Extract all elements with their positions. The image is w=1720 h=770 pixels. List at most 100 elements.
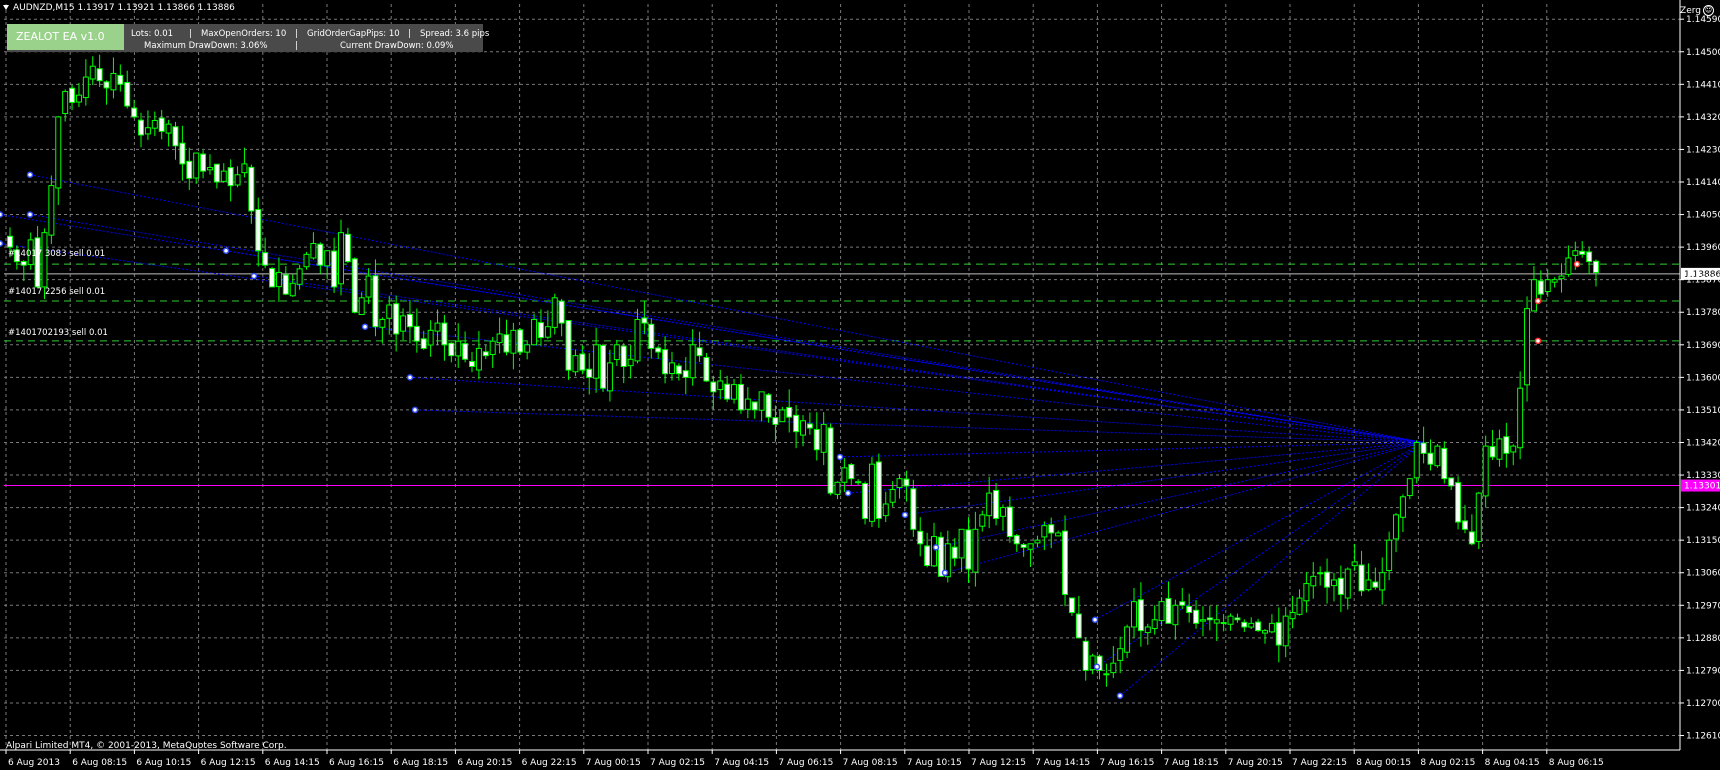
candle-body bbox=[1165, 598, 1172, 624]
order-history-line bbox=[225, 250, 1424, 443]
grid-gap-label: GridOrderGapPips: 10 bbox=[307, 29, 400, 39]
y-tick-label: 1.13150 bbox=[1686, 536, 1720, 546]
order-history-line bbox=[1096, 442, 1424, 668]
candle-body bbox=[510, 329, 517, 354]
candle-body bbox=[1268, 622, 1275, 633]
candle-body bbox=[579, 353, 586, 371]
sell-order-marker bbox=[1534, 337, 1542, 345]
x-tick-label: 7 Aug 12:15 bbox=[971, 758, 1026, 768]
candle-body bbox=[1075, 613, 1082, 639]
candle-body bbox=[710, 381, 717, 393]
candle-body bbox=[1130, 601, 1137, 628]
candle-body bbox=[386, 304, 393, 319]
candle-body bbox=[1303, 583, 1310, 602]
candle-body bbox=[1441, 447, 1448, 480]
candle-body bbox=[1172, 604, 1179, 626]
y-tick-label: 1.12880 bbox=[1686, 634, 1720, 644]
candle-body bbox=[1213, 619, 1220, 624]
candle-body bbox=[1579, 250, 1586, 255]
order-history-line bbox=[904, 441, 1424, 516]
candle-body bbox=[124, 81, 131, 107]
candle-body bbox=[1255, 621, 1262, 632]
candle-body bbox=[648, 323, 655, 349]
x-tick-label: 8 Aug 00:15 bbox=[1356, 758, 1411, 768]
candle-body bbox=[600, 344, 607, 389]
candle-body bbox=[358, 297, 365, 316]
order-entry-marker bbox=[26, 171, 34, 179]
y-tick-label: 1.14320 bbox=[1686, 113, 1720, 123]
magenta-level-label: 1.13301 bbox=[1684, 482, 1720, 492]
max-open-orders-label: MaxOpenOrders: 10 bbox=[201, 29, 287, 39]
candle-body bbox=[979, 514, 986, 527]
candle-body bbox=[1020, 544, 1027, 548]
x-tick-label: 6 Aug 10:15 bbox=[136, 758, 191, 768]
x-tick-label: 8 Aug 02:15 bbox=[1420, 758, 1475, 768]
candle-body bbox=[186, 160, 193, 179]
candle-body bbox=[400, 315, 407, 332]
candle-body bbox=[958, 528, 965, 559]
candle-body bbox=[296, 268, 303, 285]
candle-body bbox=[772, 417, 779, 425]
candle-body bbox=[1530, 279, 1537, 312]
candle-body bbox=[82, 76, 89, 99]
candle-body bbox=[675, 365, 682, 375]
candle-body bbox=[1399, 496, 1406, 518]
candle-body bbox=[1248, 622, 1255, 628]
candle-body bbox=[868, 463, 875, 522]
trade-label-2: #14017 2256 sell 0.01 bbox=[8, 287, 106, 297]
candle-body bbox=[234, 174, 241, 186]
candle-body bbox=[1427, 452, 1434, 465]
candle-body bbox=[1275, 622, 1282, 646]
candle-body bbox=[337, 232, 344, 285]
candle-body bbox=[758, 391, 765, 411]
candle-body bbox=[606, 362, 613, 392]
candle-body bbox=[558, 300, 565, 324]
dropdown-triangle-icon[interactable] bbox=[3, 5, 9, 10]
candle-body bbox=[310, 243, 317, 259]
x-tick-label: 6 Aug 14:15 bbox=[265, 758, 320, 768]
candle-body bbox=[1434, 445, 1441, 467]
candle-body bbox=[89, 65, 96, 80]
candle-body bbox=[1365, 579, 1372, 591]
candle-body bbox=[131, 107, 138, 118]
candle-body bbox=[668, 362, 675, 375]
candle-body bbox=[682, 370, 689, 378]
candle-body bbox=[213, 163, 220, 183]
candle-body bbox=[999, 507, 1006, 517]
candle-body bbox=[200, 153, 207, 172]
candle-body bbox=[627, 358, 634, 367]
candle-body bbox=[1151, 619, 1158, 629]
candle-body bbox=[1468, 531, 1475, 545]
candle-body bbox=[1558, 275, 1565, 280]
candle-body bbox=[1524, 308, 1531, 386]
chart-symbol-header[interactable]: AUDNZD,M15 1.13917 1.13921 1.13866 1.138… bbox=[3, 3, 235, 13]
order-entry-marker bbox=[361, 323, 369, 330]
y-tick-label: 1.12610 bbox=[1686, 732, 1720, 742]
price-chart[interactable]: 1.138861.13301 1.145901.145001.144101.14… bbox=[0, 0, 1720, 770]
candle-body bbox=[144, 127, 151, 135]
candle-body bbox=[841, 467, 848, 483]
y-tick-label: 1.13240 bbox=[1686, 504, 1720, 514]
max-drawdown-label: Maximum DrawDown: 3.06% bbox=[144, 41, 268, 51]
candle-body bbox=[993, 489, 1000, 519]
candle-body bbox=[537, 322, 544, 339]
candle-body bbox=[351, 258, 358, 313]
candle-body bbox=[572, 355, 579, 373]
candle-body bbox=[613, 344, 620, 361]
candle-body bbox=[1144, 626, 1151, 634]
order-entry-marker bbox=[222, 247, 230, 254]
candle-body bbox=[1124, 626, 1131, 653]
candle-body bbox=[531, 318, 538, 346]
x-tick-label: 7 Aug 08:15 bbox=[843, 758, 898, 768]
y-tick-label: 1.12790 bbox=[1686, 666, 1720, 676]
x-tick-label: 6 Aug 16:15 bbox=[329, 758, 384, 768]
x-tick-label: 6 Aug 20:15 bbox=[457, 758, 512, 768]
candle-body bbox=[1413, 441, 1420, 479]
order-entry-marker bbox=[1091, 616, 1099, 624]
candle-body bbox=[1593, 260, 1599, 273]
ea-info-panel: ZEALOT EA v1.0 Lots: 0.01 | MaxOpenOrder… bbox=[7, 24, 489, 52]
candle-body bbox=[1586, 251, 1593, 263]
candle-body bbox=[1027, 543, 1034, 550]
candle-body bbox=[1496, 438, 1503, 460]
candle-body bbox=[1510, 445, 1517, 453]
